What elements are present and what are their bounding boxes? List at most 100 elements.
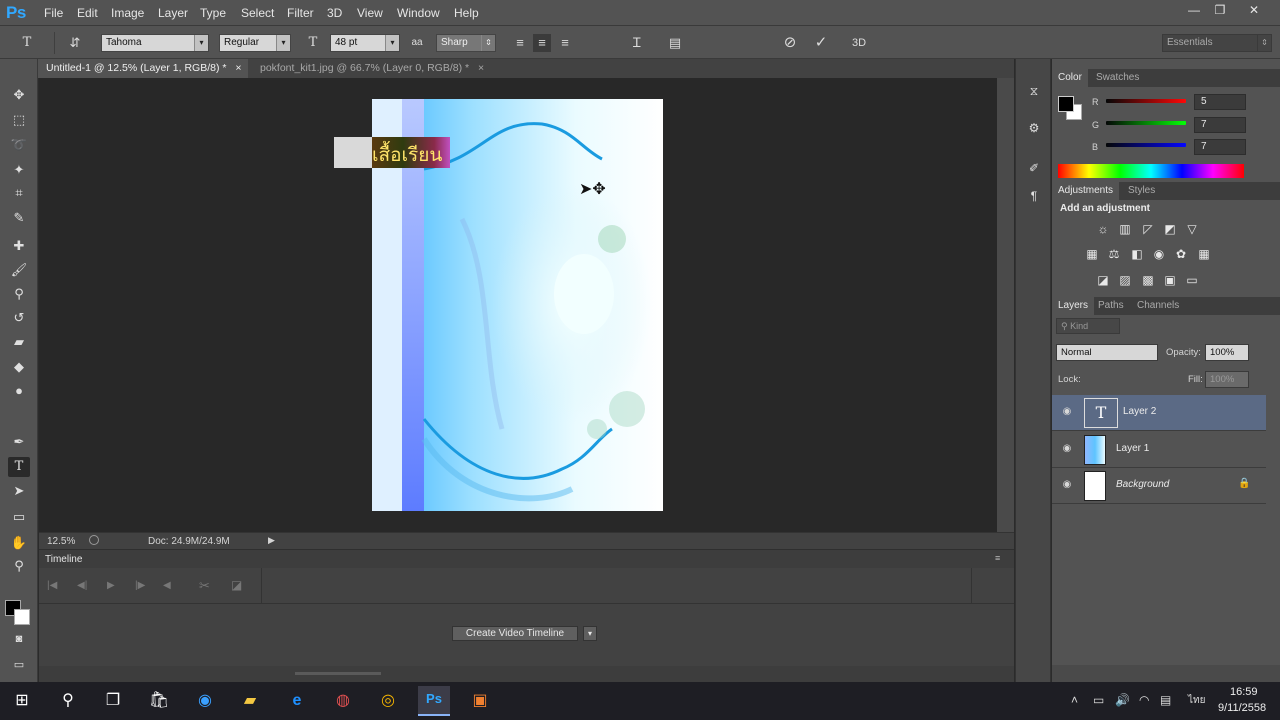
- r-slider[interactable]: [1106, 99, 1186, 103]
- align-center-icon[interactable]: ≡: [533, 34, 551, 52]
- layer-row-background[interactable]: ◉ Background 🔒: [1052, 468, 1266, 504]
- screen-mode-icon[interactable]: ▭: [8, 655, 30, 675]
- r-value[interactable]: 5: [1194, 94, 1246, 110]
- align-left-icon[interactable]: ≡: [511, 34, 529, 52]
- previous-frame-icon[interactable]: ◀|: [77, 580, 87, 591]
- exposure-icon[interactable]: ◩: [1162, 221, 1178, 237]
- store-icon[interactable]: 🛍: [143, 688, 175, 714]
- color-balance-icon[interactable]: ⚖: [1106, 246, 1122, 262]
- clock-time[interactable]: 16:59: [1230, 686, 1258, 698]
- lasso-tool-icon[interactable]: ➰: [8, 135, 30, 155]
- move-tool-icon[interactable]: ✥: [8, 85, 30, 105]
- menu-edit[interactable]: Edit: [77, 6, 98, 20]
- next-frame-icon[interactable]: |▶: [135, 580, 145, 591]
- status-options-icon[interactable]: [89, 535, 99, 545]
- color-lookup-icon[interactable]: ▦: [1196, 246, 1212, 262]
- edge-icon[interactable]: e: [281, 688, 313, 714]
- tab-adjustments[interactable]: Adjustments: [1052, 182, 1120, 200]
- dodge-tool-icon[interactable]: ●: [8, 381, 30, 401]
- status-menu-arrow-icon[interactable]: ▶: [268, 535, 275, 546]
- curves-icon[interactable]: ◸: [1140, 221, 1156, 237]
- menu-3d[interactable]: 3D: [327, 6, 342, 20]
- start-icon[interactable]: ⊞: [6, 688, 38, 714]
- menu-image[interactable]: Image: [111, 6, 144, 20]
- audio-icon[interactable]: ◀: [163, 580, 171, 591]
- align-right-icon[interactable]: ≡: [556, 34, 574, 52]
- tab-untitled-1[interactable]: Untitled-1 @ 12.5% (Layer 1, RGB/8) * ×: [38, 59, 248, 78]
- close-button[interactable]: ✕: [1241, 2, 1267, 18]
- go-to-first-frame-icon[interactable]: |◀: [47, 580, 57, 591]
- media-app-icon[interactable]: ▣: [464, 688, 496, 714]
- fill-field[interactable]: 100%: [1205, 371, 1249, 388]
- clock-date[interactable]: 9/11/2558: [1218, 702, 1266, 714]
- browser-icon[interactable]: ◍: [327, 688, 359, 714]
- menu-select[interactable]: Select: [241, 6, 274, 20]
- background-color-swatch[interactable]: [14, 609, 30, 625]
- channel-mixer-icon[interactable]: ✿: [1173, 246, 1189, 262]
- vertical-scrollbar[interactable]: [997, 78, 1014, 532]
- g-slider[interactable]: [1106, 121, 1186, 125]
- battery-icon[interactable]: ▭: [1093, 693, 1104, 707]
- healing-brush-tool-icon[interactable]: ✚: [8, 236, 30, 256]
- workspace-select[interactable]: Essentials ⇕: [1162, 34, 1272, 52]
- search-icon[interactable]: ⚲: [52, 688, 84, 714]
- text-layer-bounding-box[interactable]: [334, 137, 372, 168]
- brush-tool-icon[interactable]: 🖌: [8, 260, 30, 280]
- type-tool-preset-icon[interactable]: T: [18, 34, 36, 52]
- levels-icon[interactable]: ▥: [1117, 221, 1133, 237]
- eye-icon[interactable]: ◉: [1060, 478, 1074, 492]
- font-style-select[interactable]: Regular ▾: [219, 34, 291, 52]
- type-tool-icon[interactable]: T: [8, 457, 30, 477]
- eye-icon[interactable]: ◉: [1060, 442, 1074, 456]
- close-tab-icon[interactable]: ×: [478, 62, 484, 74]
- split-clip-icon[interactable]: ✂: [199, 578, 210, 594]
- g-value[interactable]: 7: [1194, 117, 1246, 133]
- brightness-icon[interactable]: ☼: [1095, 221, 1111, 237]
- path-select-tool-icon[interactable]: ➤: [8, 481, 30, 501]
- menu-file[interactable]: File: [44, 6, 63, 20]
- black-white-icon[interactable]: ◧: [1129, 246, 1145, 262]
- chrome-icon[interactable]: ◎: [372, 688, 404, 714]
- create-video-timeline-button[interactable]: Create Video Timeline: [452, 626, 578, 641]
- task-view-icon[interactable]: ❐: [97, 688, 129, 714]
- foreground-color[interactable]: [1058, 96, 1074, 112]
- commit-edit-icon[interactable]: ✓: [812, 34, 830, 52]
- hue-saturation-icon[interactable]: ▦: [1084, 246, 1100, 262]
- opacity-field[interactable]: 100%: [1205, 344, 1249, 361]
- photo-filter-icon[interactable]: ◉: [1151, 246, 1167, 262]
- transition-icon[interactable]: ◪: [231, 578, 242, 592]
- play-icon[interactable]: ▶: [107, 580, 115, 591]
- timeline-dropdown-icon[interactable]: ▾: [583, 626, 597, 641]
- paragraph-panel-icon[interactable]: ¶: [1025, 187, 1043, 205]
- eraser-tool-icon[interactable]: ▰: [8, 332, 30, 352]
- tab-color[interactable]: Color: [1052, 69, 1088, 87]
- rectangle-tool-icon[interactable]: ▭: [8, 507, 30, 527]
- warp-text-icon[interactable]: Ꮖ: [628, 34, 646, 52]
- eye-icon[interactable]: ◉: [1060, 405, 1074, 419]
- file-explorer-icon[interactable]: ▰: [234, 688, 266, 714]
- b-slider[interactable]: [1106, 143, 1186, 147]
- timeline-zoom-slider[interactable]: [295, 672, 381, 675]
- vibrance-icon[interactable]: ▽: [1184, 221, 1200, 237]
- restore-button[interactable]: ❐: [1207, 2, 1233, 18]
- tab-swatches[interactable]: Swatches: [1090, 69, 1145, 87]
- timeline-title[interactable]: Timeline: [45, 554, 82, 565]
- menu-view[interactable]: View: [357, 6, 383, 20]
- language-indicator[interactable]: ไทย: [1188, 693, 1205, 708]
- invert-icon[interactable]: ◪: [1095, 272, 1111, 288]
- antialias-select[interactable]: Sharp ⇕: [436, 34, 496, 52]
- brush-panel-icon[interactable]: ✐: [1025, 159, 1043, 177]
- posterize-icon[interactable]: ▨: [1117, 272, 1133, 288]
- crop-tool-icon[interactable]: ⌗: [8, 183, 30, 203]
- b-value[interactable]: 7: [1194, 139, 1246, 155]
- selective-color-icon[interactable]: ▣: [1162, 272, 1178, 288]
- cancel-edit-icon[interactable]: ⊘: [781, 34, 799, 52]
- menu-filter[interactable]: Filter: [287, 6, 314, 20]
- gradient-map-icon[interactable]: ▭: [1184, 272, 1200, 288]
- volume-icon[interactable]: 🔊: [1115, 693, 1130, 707]
- tab-pokfont[interactable]: pokfont_kit1.jpg @ 66.7% (Layer 0, RGB/8…: [252, 59, 502, 78]
- app-icon[interactable]: ◉: [189, 688, 221, 714]
- marquee-tool-icon[interactable]: ⬚: [8, 110, 30, 130]
- font-family-select[interactable]: Tahoma ▾: [101, 34, 209, 52]
- text-orientation-icon[interactable]: ⇵: [66, 34, 84, 52]
